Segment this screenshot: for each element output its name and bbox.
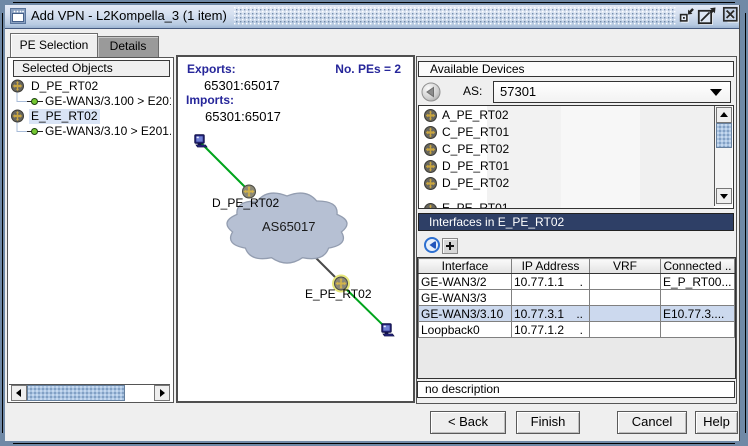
svg-text:D_PE_RT02: D_PE_RT02 xyxy=(212,196,279,210)
svg-text:E_PE_RT02: E_PE_RT02 xyxy=(305,287,372,301)
svg-text:AS65017: AS65017 xyxy=(262,219,316,234)
